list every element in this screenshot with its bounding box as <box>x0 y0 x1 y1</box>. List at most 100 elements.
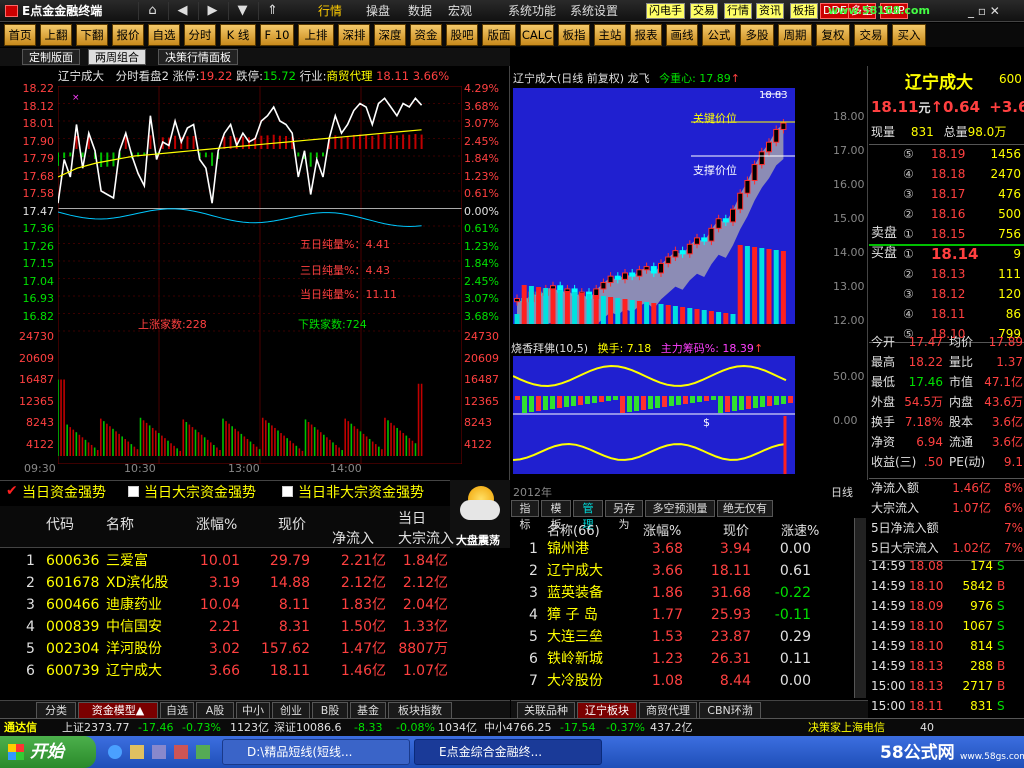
buy-price[interactable]: 18.11 <box>931 304 965 324</box>
sector-row[interactable]: 4 獐 子 岛 1.77 25.93 -0.11 <box>511 604 851 626</box>
stock-table-header-cell[interactable]: 大宗流入 <box>398 528 454 548</box>
toolbar-button-6[interactable]: K 线 <box>220 24 256 46</box>
menu-item-3[interactable]: 宏观 <box>448 2 472 20</box>
sh-index[interactable]: 上证2373.77 <box>62 719 130 736</box>
sector-bottom-tab-1[interactable]: 辽宁板块 <box>577 702 637 719</box>
sector-row[interactable]: 7 大冷股份 1.08 8.44 0.00 <box>511 670 851 692</box>
sell-price[interactable]: 18.17 <box>931 184 965 204</box>
window-controls[interactable]: _ ▫ ✕ <box>968 4 1000 18</box>
sector-row[interactable]: 5 大连三垒 1.53 23.87 0.29 <box>511 626 851 648</box>
toolbar-button-0[interactable]: 首页 <box>4 24 36 46</box>
home-icon[interactable]: ⌂ <box>138 2 166 20</box>
stock-table-header-cell[interactable]: 净流入 <box>332 528 374 548</box>
sector-tab-0[interactable]: 指标 <box>511 500 539 531</box>
sell-price[interactable]: 18.16 <box>931 204 965 224</box>
media-icon[interactable] <box>152 745 166 759</box>
toolbar-button-3[interactable]: 报价 <box>112 24 144 46</box>
start-button[interactable]: 开始 <box>0 736 96 768</box>
toolbar-button-7[interactable]: F 10 <box>260 24 294 46</box>
folder-icon[interactable] <box>130 745 144 759</box>
stock-row[interactable]: 2 601678 XD滨化股 3.19 14.88 2.12亿 2.12亿 <box>0 572 450 594</box>
stock-table-header-cell[interactable]: 名称 <box>106 514 134 534</box>
menu-item-4[interactable]: 系统功能 <box>508 2 556 20</box>
menu-item-2[interactable]: 数据 <box>408 2 432 20</box>
left-tab-1[interactable]: 资金模型▲ <box>78 702 158 719</box>
sell-price[interactable]: 18.15 <box>931 224 965 244</box>
strength-checkbox-1[interactable] <box>128 486 139 497</box>
sector-row[interactable]: 2 辽宁成大 3.66 18.11 0.61 <box>511 560 851 582</box>
toolbar-button-24[interactable]: 买入 <box>892 24 926 46</box>
left-tab-0[interactable]: 分类▲ <box>36 702 76 733</box>
menu-item-0[interactable]: 行情 <box>318 2 342 20</box>
sector-header-cell[interactable]: 名称(66) <box>547 520 600 539</box>
sector-scrollbar[interactable] <box>854 518 866 698</box>
stock-table-header-cell[interactable]: 代码 <box>46 514 74 534</box>
left-tab-3[interactable]: A股 <box>196 702 234 719</box>
left-tab-7[interactable]: 基金 <box>350 702 386 719</box>
toolbar-button-18[interactable]: 画线 <box>666 24 698 46</box>
left-tab-4[interactable]: 中小 <box>236 702 270 719</box>
strength-tab-0[interactable]: 当日资金强势 <box>22 482 106 502</box>
forward-icon[interactable]: ▶ <box>198 2 226 20</box>
toolbar-button-22[interactable]: 复权 <box>816 24 850 46</box>
sector-tab-5[interactable]: 绝无仅有 <box>717 500 773 517</box>
buy-price[interactable]: 18.13 <box>931 264 965 284</box>
stock-row[interactable]: 3 600466 迪康药业 10.04 8.11 1.83亿 2.04亿 <box>0 594 450 616</box>
sz-index[interactable]: 深证10086.6 <box>274 719 342 736</box>
dropdown-icon[interactable]: ▼ <box>228 2 256 20</box>
sector-row[interactable]: 3 蓝英装备 1.86 31.68 -0.22 <box>511 582 851 604</box>
toolbar-button-5[interactable]: 分时 <box>184 24 216 46</box>
toolbar-button-17[interactable]: 报表 <box>630 24 662 46</box>
desktop-icon[interactable] <box>196 745 210 759</box>
sector-row[interactable]: 6 铁岭新城 1.23 26.31 0.11 <box>511 648 851 670</box>
top-button-3[interactable]: 资讯 <box>756 3 784 19</box>
buy-price[interactable]: 18.14 <box>931 244 978 264</box>
strength-checkbox-2[interactable] <box>282 486 293 497</box>
toolbar-button-23[interactable]: 交易 <box>854 24 888 46</box>
buy-price[interactable]: 18.12 <box>931 284 965 304</box>
toolbar-button-9[interactable]: 深排 <box>338 24 370 46</box>
top-button-0[interactable]: 闪电手 <box>646 3 685 19</box>
top-button-2[interactable]: 行情 <box>724 3 752 19</box>
toolbar-button-16[interactable]: 主站 <box>594 24 626 46</box>
toolbar-button-19[interactable]: 公式 <box>702 24 736 46</box>
weather-widget[interactable]: 大盘震荡 <box>450 480 510 548</box>
toolbar-button-21[interactable]: 周期 <box>778 24 812 46</box>
sell-price[interactable]: 18.18 <box>931 164 965 184</box>
sector-tab-2[interactable]: 管理 <box>573 500 603 531</box>
intraday-chart[interactable]: × <box>58 86 462 464</box>
indicator-chart[interactable]: $ <box>513 356 795 474</box>
sector-header-cell[interactable]: 现价 <box>723 520 749 539</box>
sector-bottom-tab-0[interactable]: 关联品种 <box>517 702 575 719</box>
kline-chart[interactable] <box>513 88 795 324</box>
sector-header-cell[interactable]: 涨幅% <box>643 520 681 539</box>
stock-table-header-cell[interactable]: 涨幅% <box>196 514 237 534</box>
toolbar-button-4[interactable]: 自选 <box>148 24 180 46</box>
panel-tab-2[interactable]: 决策行情面板 <box>158 49 238 65</box>
stock-row[interactable]: 4 000839 中信国安 2.21 8.31 1.50亿 1.33亿 <box>0 616 450 638</box>
stock-row[interactable]: 5 002304 洋河股份 3.02 157.62 1.47亿 8807万 <box>0 638 450 660</box>
ie-icon[interactable] <box>108 745 122 759</box>
sector-tab-4[interactable]: 多空预测量 <box>645 500 715 517</box>
stock-table-header-cell[interactable]: 当日 <box>398 508 426 528</box>
stock-row[interactable]: 1 600636 三爱富 10.01 29.79 2.21亿 1.84亿 <box>0 550 450 572</box>
panel-tab-0[interactable]: 定制版面 <box>22 49 80 65</box>
app-quick-icon[interactable] <box>174 745 188 759</box>
left-tab-8[interactable]: 板块指数 <box>388 702 452 719</box>
strength-tab-1[interactable]: 当日大宗资金强势 <box>144 482 256 502</box>
menu-item-1[interactable]: 操盘 <box>366 2 390 20</box>
collapse-icon[interactable]: ⇑ <box>258 2 286 20</box>
left-tab-5[interactable]: 创业 <box>272 702 310 719</box>
back-icon[interactable]: ◀ <box>168 2 196 20</box>
sector-bottom-tab-2[interactable]: 商贸代理 <box>639 702 697 719</box>
toolbar-button-15[interactable]: 板指 <box>558 24 590 46</box>
sector-tab-3[interactable]: 另存为 <box>605 500 643 531</box>
toolbar-button-2[interactable]: 下翻 <box>76 24 108 46</box>
left-tab-6[interactable]: B股 <box>312 702 348 719</box>
menu-item-5[interactable]: 系统设置 <box>570 2 618 20</box>
zx-index[interactable]: 中小4766.25 <box>484 719 552 736</box>
toolbar-button-11[interactable]: 资金 <box>410 24 442 46</box>
toolbar-button-8[interactable]: 上排 <box>298 24 334 46</box>
sector-row[interactable]: 1 锦州港 3.68 3.94 0.00 <box>511 538 851 560</box>
toolbar-button-12[interactable]: 股吧 <box>446 24 478 46</box>
